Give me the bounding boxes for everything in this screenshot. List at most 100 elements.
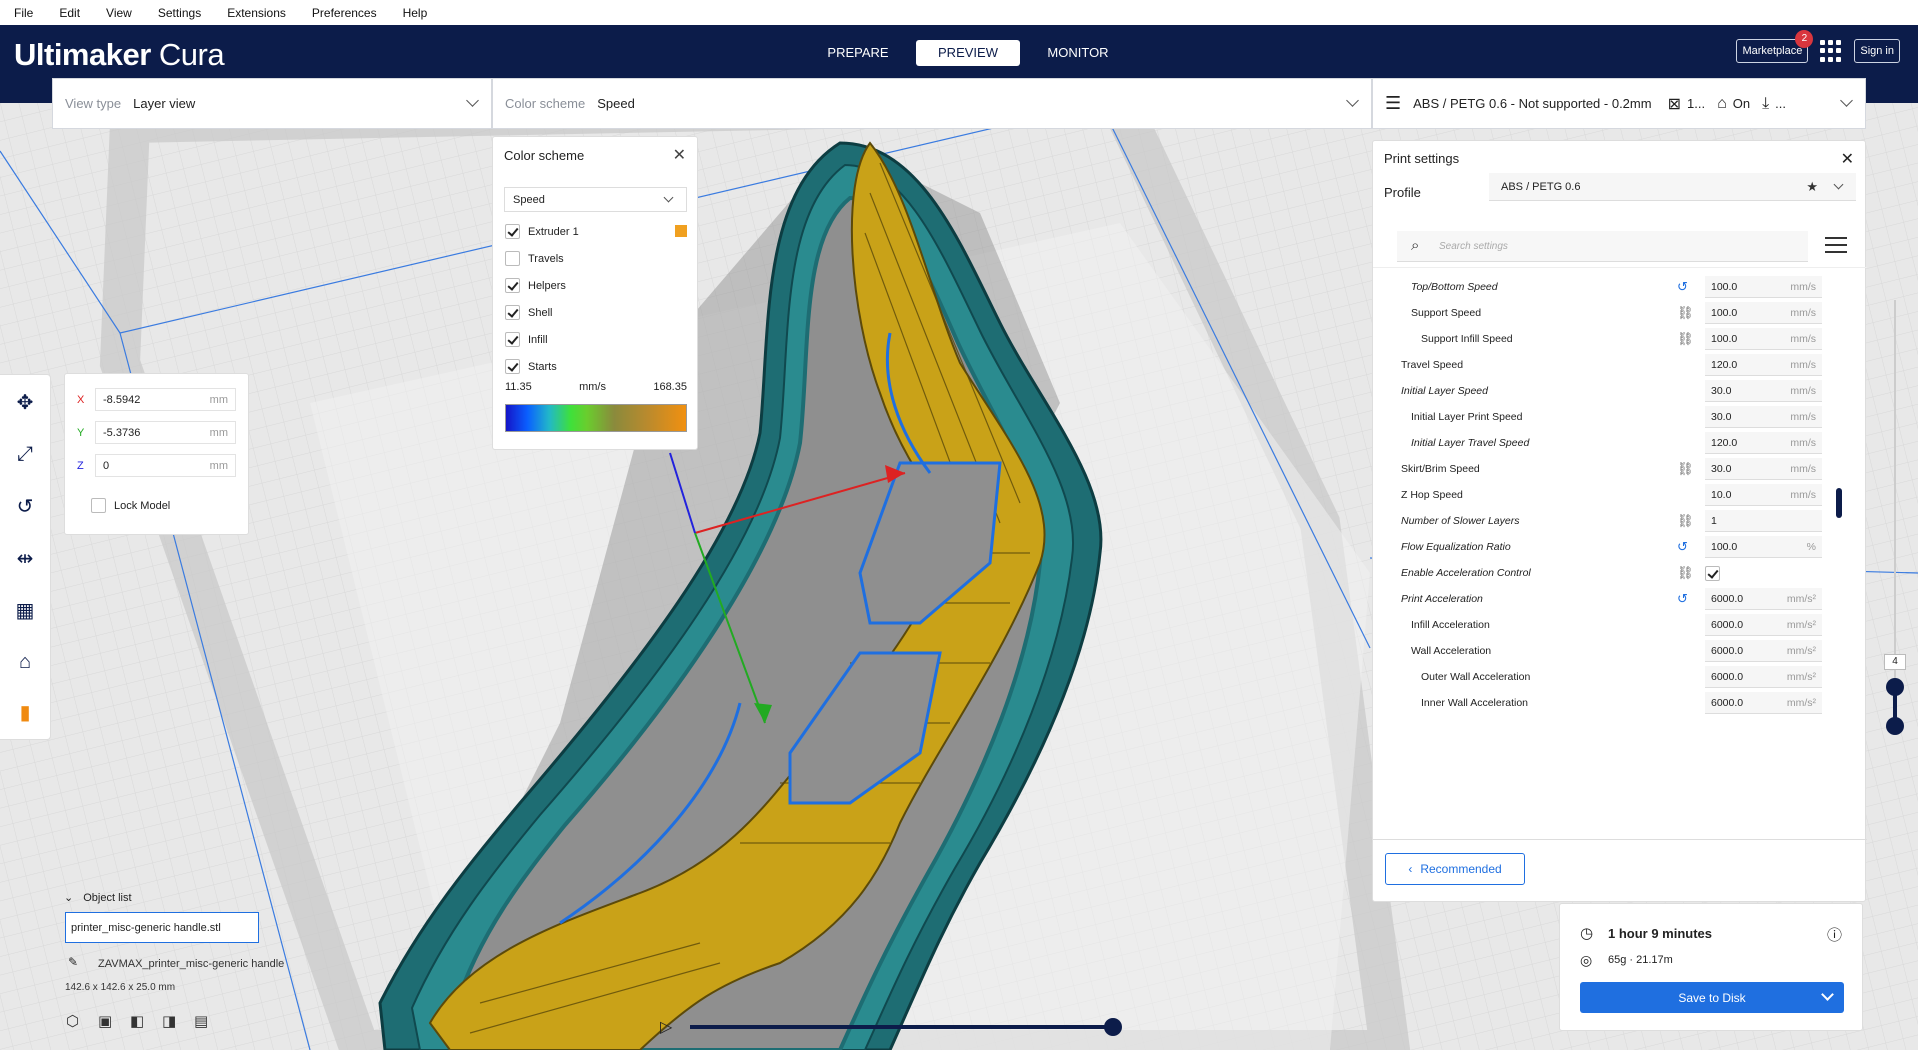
close-icon[interactable]: ✕ <box>673 145 686 165</box>
settings-scrollbar[interactable] <box>1836 488 1842 518</box>
menu-view[interactable]: View <box>106 6 132 20</box>
setting-value-input[interactable]: 120.0 mm/s <box>1705 432 1822 454</box>
extruder-icon[interactable]: ▮ <box>12 699 38 725</box>
setting-value-input[interactable]: 6000.0 mm/s² <box>1705 666 1822 688</box>
travels-item[interactable]: Travels <box>505 251 564 266</box>
setting-value-input[interactable]: 6000.0 mm/s² <box>1705 588 1822 610</box>
helpers-checkbox[interactable] <box>505 278 520 293</box>
link-icon[interactable]: ⛓ <box>1677 331 1694 347</box>
setting-value-input[interactable]: 100.0 mm/s <box>1705 276 1822 298</box>
reset-icon[interactable]: ↺ <box>1677 591 1688 607</box>
setting-value-input[interactable]: 120.0 mm/s <box>1705 354 1822 376</box>
view-type-selector[interactable]: View type Layer view <box>52 78 492 129</box>
more-value: ... <box>1775 96 1786 111</box>
setting-value-input[interactable]: 30.0 mm/s <box>1705 458 1822 480</box>
infill-checkbox[interactable] <box>505 332 520 347</box>
star-icon[interactable]: ★ <box>1806 179 1818 195</box>
starts-checkbox[interactable] <box>505 359 520 374</box>
menu-preferences[interactable]: Preferences <box>312 6 377 20</box>
lock-model-checkbox[interactable] <box>91 498 106 513</box>
setting-value-input[interactable]: 6000.0 mm/s² <box>1705 614 1822 636</box>
tab-monitor[interactable]: MONITOR <box>1026 40 1130 66</box>
shell-item[interactable]: Shell <box>505 305 552 320</box>
setting-value-input[interactable]: 100.0 mm/s <box>1705 302 1822 324</box>
move-tool-icon[interactable]: ✥ <box>12 389 38 415</box>
setting-row: Outer Wall Acceleration 6000.0 mm/s² <box>1397 664 1837 690</box>
app-logo: Ultimaker Cura <box>14 37 225 73</box>
setting-row: Flow Equalization Ratio ↺ 100.0% <box>1397 534 1837 560</box>
marketplace-button[interactable]: Marketplace 2 <box>1736 30 1814 63</box>
profile-dropdown[interactable]: ABS / PETG 0.6 ★ <box>1489 173 1856 201</box>
link-icon[interactable]: ⛓ <box>1677 305 1694 321</box>
info-icon[interactable]: ⓘ <box>1827 924 1842 945</box>
front-view-icon[interactable]: ▣ <box>98 1012 118 1032</box>
color-scheme-selector[interactable]: Color scheme Speed <box>492 78 1372 129</box>
mirror-tool-icon[interactable]: ⇹ <box>12 545 38 571</box>
shell-checkbox[interactable] <box>505 305 520 320</box>
y-input[interactable]: -5.3736 mm <box>95 421 236 444</box>
link-icon[interactable]: ⛓ <box>1677 461 1694 477</box>
layer-timeline[interactable] <box>690 1018 1122 1036</box>
object-list-item[interactable]: printer_misc-generic handle.stl <box>65 912 259 943</box>
helpers-item[interactable]: Helpers <box>505 278 566 293</box>
link-icon[interactable]: ⛓ <box>1677 513 1694 529</box>
lock-model-row[interactable]: Lock Model <box>91 498 170 513</box>
enable-acceleration-checkbox[interactable] <box>1705 565 1720 581</box>
3d-view-icon[interactable]: ⬡ <box>66 1012 86 1032</box>
chevron-down-icon[interactable] <box>1821 988 1834 1001</box>
close-icon[interactable]: ✕ <box>1841 149 1854 169</box>
right-view-icon[interactable]: ▤ <box>194 1012 214 1032</box>
reset-icon[interactable]: ↺ <box>1677 279 1688 295</box>
setting-value-input[interactable]: 30.0 mm/s <box>1705 380 1822 402</box>
menu-file[interactable]: File <box>14 6 33 20</box>
menu-edit[interactable]: Edit <box>59 6 80 20</box>
save-to-disk-button[interactable]: Save to Disk <box>1580 982 1844 1013</box>
travels-checkbox[interactable] <box>505 251 520 266</box>
reset-icon[interactable]: ↺ <box>1677 539 1688 555</box>
print-setup-selector[interactable]: ☰ ABS / PETG 0.6 - Not supported - 0.2mm… <box>1372 78 1866 129</box>
link-icon[interactable]: ⛓ <box>1677 565 1694 581</box>
settings-menu-icon[interactable] <box>1825 235 1847 253</box>
setting-row: Top/Bottom Speed ↺ 100.0 mm/s <box>1397 274 1837 300</box>
sign-in-button[interactable]: Sign in <box>1854 39 1900 63</box>
setting-value-input[interactable]: 10.0 mm/s <box>1705 484 1822 506</box>
support-blocker-icon[interactable]: ⌂ <box>12 649 38 675</box>
tab-preview[interactable]: PREVIEW <box>916 40 1020 66</box>
infill-item[interactable]: Infill <box>505 332 548 347</box>
timeline-handle[interactable] <box>1104 1018 1122 1036</box>
color-scheme-dropdown[interactable]: Speed <box>504 187 687 212</box>
tab-prepare[interactable]: PREPARE <box>806 40 910 66</box>
starts-item[interactable]: Starts <box>505 359 557 374</box>
z-input[interactable]: 0 mm <box>95 454 236 477</box>
extruder-1-item[interactable]: Extruder 1 <box>505 224 687 239</box>
menu-settings[interactable]: Settings <box>158 6 201 20</box>
play-icon[interactable]: ▷ <box>660 1017 672 1037</box>
object-list-header[interactable]: ⌄ Object list <box>64 891 132 904</box>
support-value: 1... <box>1686 96 1706 111</box>
setting-value-input[interactable]: 6000.0 mm/s² <box>1705 640 1822 662</box>
rotate-tool-icon[interactable]: ↺ <box>12 493 38 519</box>
setting-value-input[interactable]: 100.0% <box>1705 536 1822 558</box>
setting-value-input[interactable]: 1 <box>1705 510 1822 532</box>
recommended-button[interactable]: ‹ Recommended <box>1385 853 1525 885</box>
per-model-settings-icon[interactable]: ▦ <box>12 597 38 623</box>
setting-row: Support Speed ⛓ 100.0 mm/s <box>1397 300 1837 326</box>
extruder-1-checkbox[interactable] <box>505 224 520 239</box>
top-view-icon[interactable]: ◧ <box>130 1012 150 1032</box>
setting-value-input[interactable]: 30.0 mm/s <box>1705 406 1822 428</box>
layer-slider[interactable]: 4 <box>1883 300 1907 735</box>
menu-help[interactable]: Help <box>403 6 428 20</box>
search-settings-input[interactable]: ⌕ Search settings <box>1397 231 1808 262</box>
setting-row: Enable Acceleration Control ⛓ <box>1397 560 1837 586</box>
apps-grid-icon[interactable] <box>1820 40 1842 62</box>
extruder-color-swatch <box>675 225 687 237</box>
setting-value-input[interactable]: 6000.0 mm/s² <box>1705 692 1822 714</box>
menu-extensions[interactable]: Extensions <box>227 6 286 20</box>
x-input[interactable]: -8.5942 mm <box>95 388 236 411</box>
lower-layer-handle[interactable] <box>1886 717 1904 735</box>
left-view-icon[interactable]: ◨ <box>162 1012 182 1032</box>
scale-tool-icon[interactable]: ⤢ <box>12 441 38 467</box>
upper-layer-handle[interactable] <box>1886 678 1904 696</box>
pencil-icon[interactable]: ✎ <box>68 955 78 969</box>
setting-value-input[interactable]: 100.0 mm/s <box>1705 328 1822 350</box>
